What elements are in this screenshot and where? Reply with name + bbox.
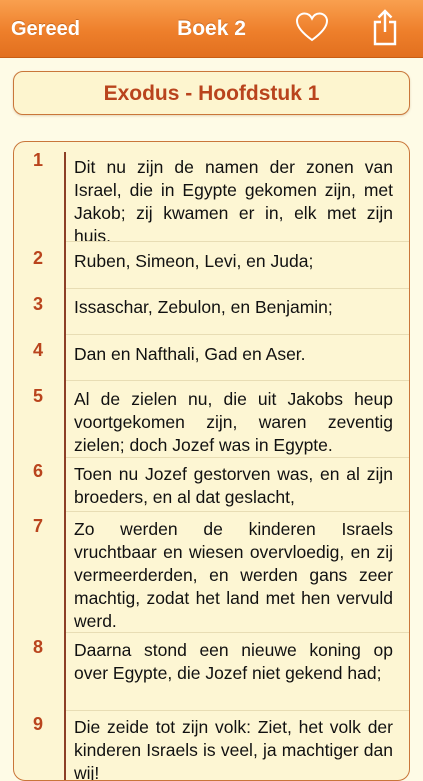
chapter-header: Exodus - Hoofdstuk 1: [13, 71, 410, 115]
verse-separator: [66, 241, 409, 242]
verse-text: Toen nu Jozef gestorven was, en al zijn …: [74, 464, 393, 507]
verse-number: 8: [32, 637, 43, 657]
heart-outline-icon[interactable]: [295, 11, 329, 45]
verse-number: 6: [32, 461, 43, 481]
verse-number: 5: [32, 386, 43, 406]
verse-text: Daarna stond een nieuwe koning op over E…: [74, 640, 393, 683]
verse-separator: [66, 380, 409, 381]
share-icon[interactable]: [370, 7, 400, 47]
verse-text: Die zeide tot zijn volk: Ziet, het volk …: [74, 717, 393, 781]
verse-divider: [64, 152, 66, 780]
verse-separator: [66, 457, 409, 458]
verse-text: Ruben, Simeon, Levi, en Juda;: [74, 251, 314, 271]
navigation-bar: Gereed Boek 2: [0, 0, 423, 58]
verse-separator: [66, 710, 409, 711]
verse-list[interactable]: 1 Dit nu zijn de namen der zonen van Isr…: [13, 141, 410, 781]
verse-separator: [66, 334, 409, 335]
verse-text: Dit nu zijn de namen der zonen van Israe…: [74, 157, 393, 246]
verse-number: 1: [32, 150, 43, 170]
verse-text: Dan en Nafthali, Gad en Aser.: [74, 344, 306, 364]
verse-number: 7: [32, 516, 43, 536]
verse-number: 2: [32, 248, 43, 268]
verse-text: Al de zielen nu, die uit Jakobs heup voo…: [74, 389, 393, 455]
verse-text: Zo werden de kinderen Israels vruchtbaar…: [74, 519, 393, 631]
verse-separator: [66, 511, 409, 512]
verse-number: 4: [32, 340, 43, 360]
chapter-title: Exodus - Hoofdstuk 1: [103, 82, 320, 105]
verse-text: Issaschar, Zebulon, en Benjamin;: [74, 297, 333, 317]
verse-separator: [66, 632, 409, 633]
done-button[interactable]: Gereed: [11, 18, 80, 41]
verse-number: 3: [32, 294, 43, 314]
verse-separator: [66, 288, 409, 289]
verse-number: 9: [32, 714, 43, 734]
